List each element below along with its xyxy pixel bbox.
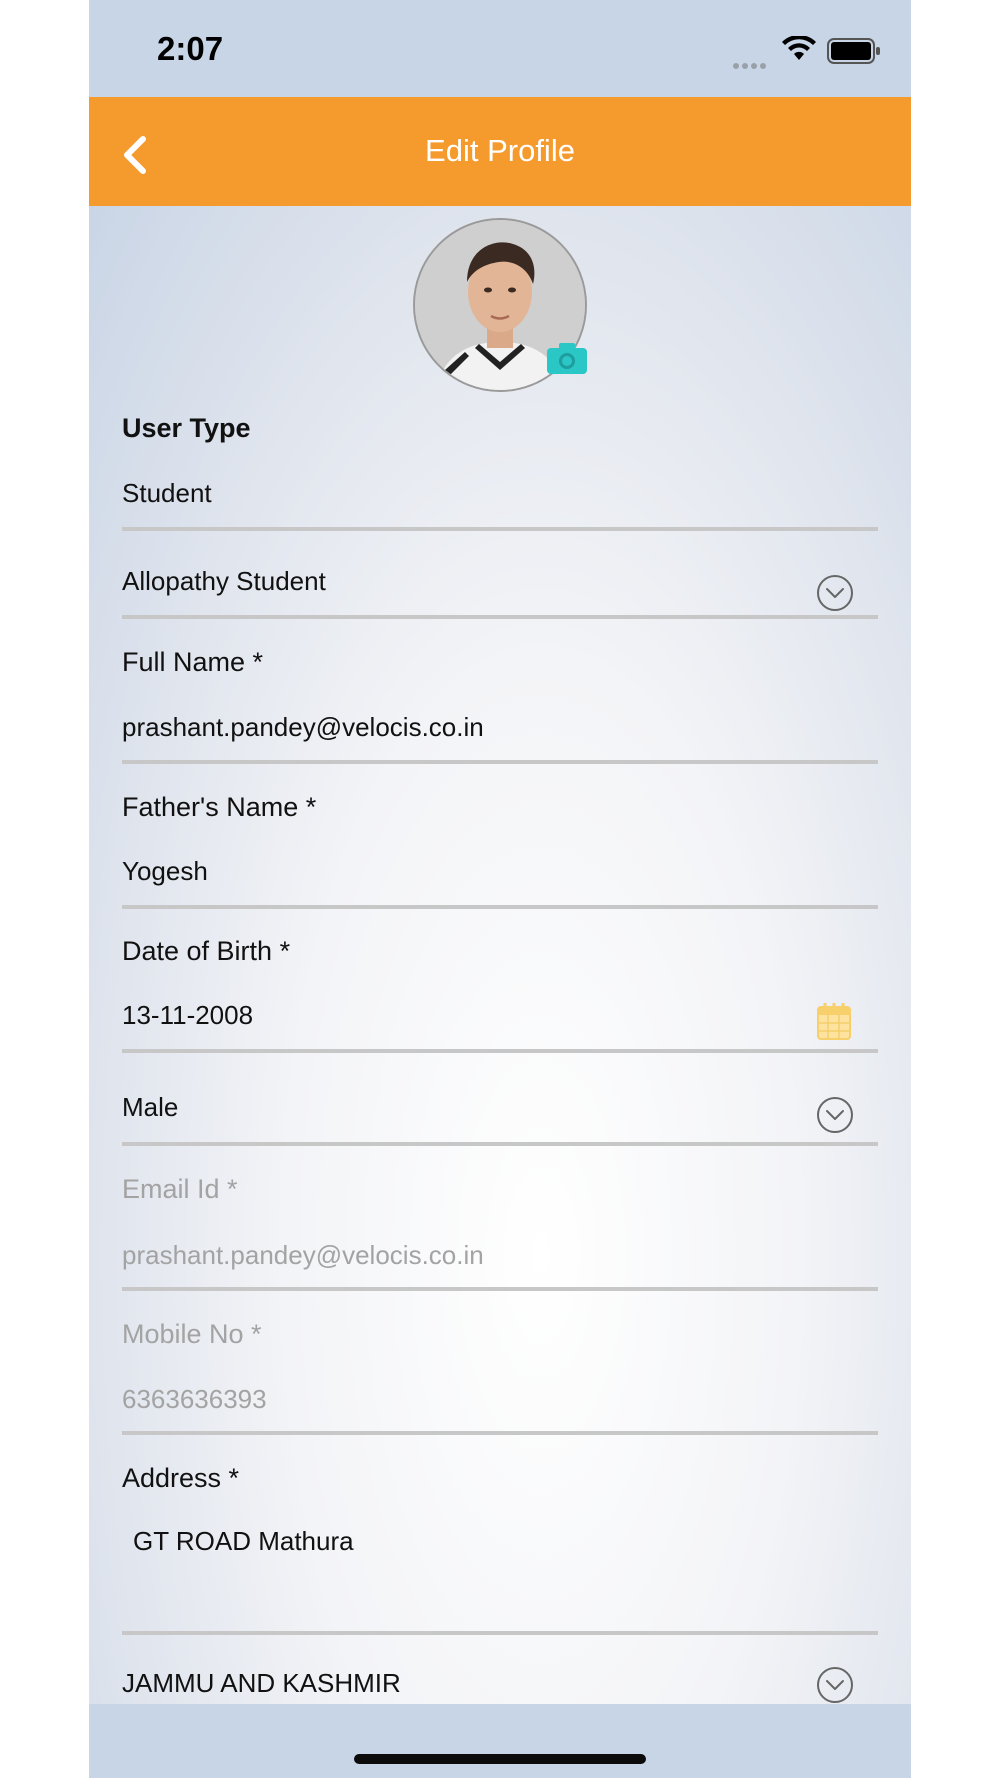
signal-icon bbox=[733, 56, 769, 74]
divider bbox=[122, 1431, 878, 1435]
state-value: JAMMU AND KASHMIR bbox=[122, 1668, 401, 1698]
divider bbox=[122, 1631, 878, 1635]
mobile-label: Mobile No * bbox=[122, 1319, 262, 1349]
divider bbox=[122, 1142, 878, 1146]
chevron-down-icon[interactable] bbox=[816, 1666, 854, 1704]
page-title: Edit Profile bbox=[425, 133, 575, 168]
user-type-value: Student bbox=[122, 478, 212, 508]
gender-value: Male bbox=[122, 1092, 179, 1122]
mobile-value: 6363636393 bbox=[122, 1384, 267, 1414]
father-name-field[interactable]: Yogesh bbox=[122, 840, 878, 904]
state-dropdown[interactable]: JAMMU AND KASHMIR bbox=[122, 1646, 878, 1704]
edit-profile-form: User Type Student Allopathy Student Full… bbox=[89, 206, 911, 1704]
full-name-value: prashant.pandey@velocis.co.in bbox=[122, 712, 484, 742]
divider bbox=[122, 615, 878, 619]
dob-label: Date of Birth * bbox=[122, 936, 291, 966]
address-textarea[interactable]: GT ROAD Mathura bbox=[122, 1510, 878, 1630]
divider bbox=[122, 527, 878, 531]
dob-value: 13-11-2008 bbox=[122, 1000, 254, 1030]
divider bbox=[122, 905, 878, 909]
chevron-down-icon[interactable] bbox=[816, 574, 854, 612]
student-category-value: Allopathy Student bbox=[122, 566, 326, 596]
chevron-down-icon[interactable] bbox=[816, 1096, 854, 1134]
full-name-field[interactable]: prashant.pandey@velocis.co.in bbox=[122, 696, 878, 760]
student-category-dropdown[interactable]: Allopathy Student bbox=[122, 546, 878, 614]
divider bbox=[122, 1049, 878, 1053]
father-name-value: Yogesh bbox=[122, 856, 208, 886]
home-indicator[interactable] bbox=[354, 1754, 646, 1764]
camera-icon[interactable] bbox=[547, 342, 587, 374]
bottom-safe-area bbox=[89, 1704, 911, 1778]
gender-dropdown[interactable]: Male bbox=[122, 1068, 878, 1142]
calendar-icon[interactable] bbox=[817, 1002, 851, 1040]
email-value: prashant.pandey@velocis.co.in bbox=[122, 1240, 484, 1270]
dob-field[interactable]: 13-11-2008 bbox=[122, 984, 878, 1048]
status-time: 2:07 bbox=[157, 30, 224, 67]
address-value: GT ROAD Mathura bbox=[133, 1526, 354, 1556]
user-type-label: User Type bbox=[122, 413, 251, 443]
wifi-icon bbox=[782, 36, 816, 60]
father-name-label: Father's Name * bbox=[122, 792, 317, 822]
email-label: Email Id * bbox=[122, 1174, 238, 1204]
phone-screen: 2:07 Edit Profile User Type Student Allo… bbox=[89, 0, 911, 1778]
battery-icon bbox=[827, 38, 880, 64]
divider bbox=[122, 1287, 878, 1291]
app-header: Edit Profile bbox=[89, 97, 911, 206]
divider bbox=[122, 760, 878, 764]
status-bar: 2:07 bbox=[89, 0, 911, 97]
profile-photo[interactable] bbox=[413, 218, 587, 392]
full-name-label: Full Name * bbox=[122, 647, 264, 677]
address-label: Address * bbox=[122, 1463, 240, 1493]
